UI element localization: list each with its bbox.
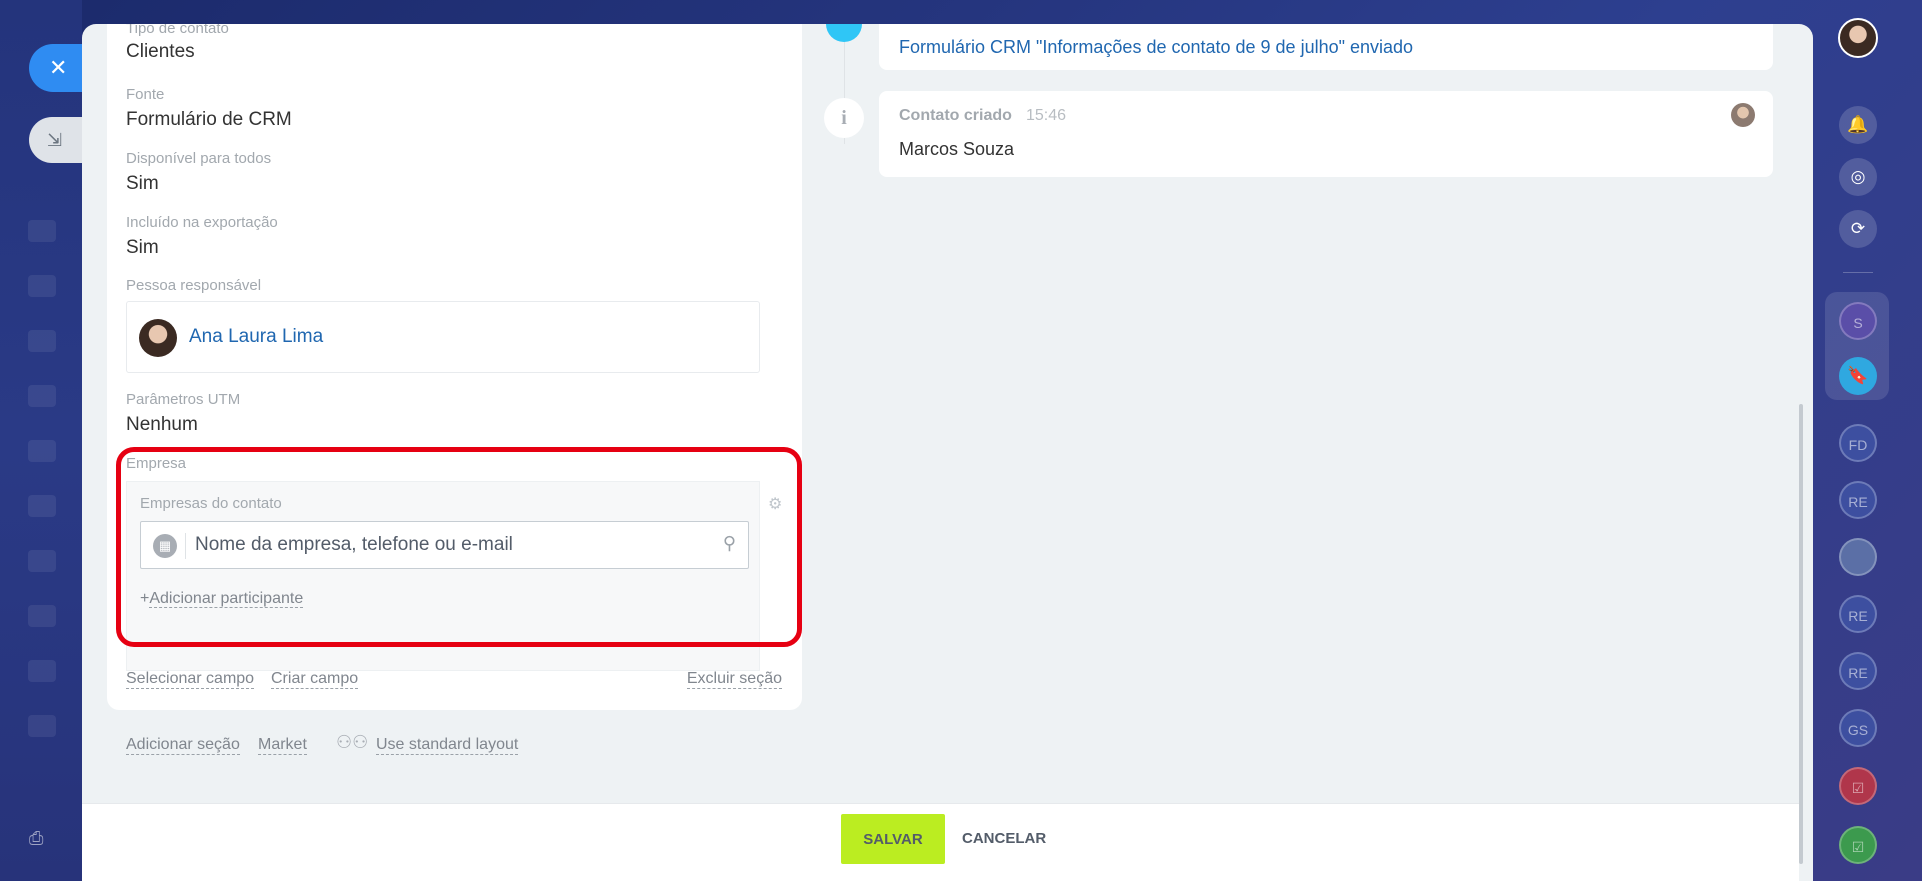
add-section-link[interactable]: Adicionar seção — [126, 736, 240, 755]
rail-avatar[interactable]: FD — [1839, 424, 1877, 462]
create-field-link[interactable]: Criar campo — [271, 670, 359, 689]
field-label: Parâmetros UTM — [126, 391, 241, 408]
background-ghost-icon — [28, 660, 56, 682]
field-value[interactable]: Sim — [126, 237, 278, 259]
background-ghost-icon — [28, 550, 56, 572]
background-ghost-icon — [28, 440, 56, 462]
avatar — [139, 319, 177, 357]
highlight-frame — [116, 447, 802, 647]
market-link[interactable]: Market — [258, 736, 307, 755]
contact-details-card: Tipo de contato Clientes Fonte Formulári… — [107, 24, 802, 710]
checklist-icon[interactable]: ☑ — [1839, 826, 1877, 864]
background-ghost-icon — [28, 385, 56, 407]
rail-avatar[interactable]: RE — [1839, 595, 1877, 633]
rail-avatar[interactable]: S — [1839, 302, 1877, 340]
field-value[interactable]: Nenhum — [126, 414, 240, 436]
field-responsible-label: Pessoa responsável — [126, 277, 261, 294]
field-available-to-all: Disponível para todos Sim — [126, 150, 271, 195]
right-rail: 🔔 ◎ ⟳ S 🔖 FD RE RE RE GS ☑ ☑ — [1813, 0, 1922, 881]
responsible-person-name[interactable]: Ana Laura Lima — [189, 326, 323, 348]
background-ghost-icon — [28, 605, 56, 627]
people-icon: ⚇⚇ — [336, 732, 369, 752]
responsible-person-box[interactable]: Ana Laura Lima — [126, 301, 760, 373]
save-button[interactable]: SALVAR — [841, 814, 945, 864]
field-label: Tipo de contato — [126, 24, 229, 37]
info-icon: i — [824, 98, 864, 138]
rail-avatar[interactable]: GS — [1839, 709, 1877, 747]
field-label: Disponível para todos — [126, 150, 272, 167]
scrollbar[interactable] — [1799, 404, 1803, 864]
field-value[interactable]: Sim — [126, 173, 271, 195]
field-utm: Parâmetros UTM Nenhum — [126, 391, 240, 436]
rail-avatar[interactable]: RE — [1839, 481, 1877, 519]
target-icon[interactable]: ◎ — [1839, 158, 1877, 196]
close-slider-button[interactable]: ✕ — [29, 44, 87, 92]
printer-icon[interactable]: ⎙ — [29, 828, 51, 850]
avatar — [1731, 103, 1755, 127]
bell-icon[interactable]: 🔔 — [1839, 106, 1877, 144]
avatar[interactable] — [1838, 18, 1878, 58]
cancel-button[interactable]: CANCELAR — [962, 814, 1046, 864]
background-ghost-icon — [28, 495, 56, 517]
timeline-created-card: Contato criado 15:46 Marcos Souza — [879, 91, 1773, 177]
field-value[interactable]: Formulário de CRM — [126, 109, 292, 131]
field-label: Pessoa responsável — [126, 277, 262, 294]
close-icon: ✕ — [49, 55, 68, 80]
standard-layout-link[interactable]: Use standard layout — [376, 736, 519, 755]
event-time: 15:46 — [1026, 107, 1067, 124]
event-title: Contato criado — [899, 107, 1012, 124]
task-icon[interactable]: ☑ — [1839, 767, 1877, 805]
event-contact-name: Marcos Souza — [899, 139, 1015, 159]
sync-icon[interactable]: ⟳ — [1839, 210, 1877, 248]
background-ghost-icon — [28, 275, 56, 297]
background-ghost-icon — [28, 220, 56, 242]
field-label: Incluído na exportação — [126, 214, 278, 231]
bookmark-icon[interactable]: 🔖 — [1839, 357, 1877, 395]
background-ghost-icon — [28, 330, 56, 352]
field-label: Fonte — [126, 86, 165, 103]
select-field-link[interactable]: Selecionar campo — [126, 670, 255, 689]
rail-avatar[interactable]: RE — [1839, 652, 1877, 690]
field-source: Fonte Formulário de CRM — [126, 86, 292, 131]
animal-avatar-icon[interactable] — [1839, 538, 1877, 576]
field-included-in-export: Incluído na exportação Sim — [126, 214, 278, 259]
delete-section-link[interactable]: Excluir seção — [686, 670, 782, 689]
timeline-form-card: Formulário CRM "Informações de contato d… — [879, 24, 1773, 70]
minimize-slider-button[interactable]: ⇲ — [29, 117, 87, 163]
divider — [1843, 272, 1873, 273]
field-contact-type: Tipo de contato Clientes — [126, 24, 229, 63]
background-ghost-icon — [28, 715, 56, 737]
timeline-event-icon — [826, 24, 862, 42]
field-value[interactable]: Clientes — [126, 41, 229, 63]
collapse-icon: ⇲ — [47, 130, 63, 150]
form-submitted-link[interactable]: Formulário CRM "Informações de contato d… — [899, 37, 1413, 58]
form-footer: SALVAR CANCELAR — [82, 803, 1799, 881]
contact-slider-panel: Tipo de contato Clientes Fonte Formulári… — [82, 24, 1813, 881]
